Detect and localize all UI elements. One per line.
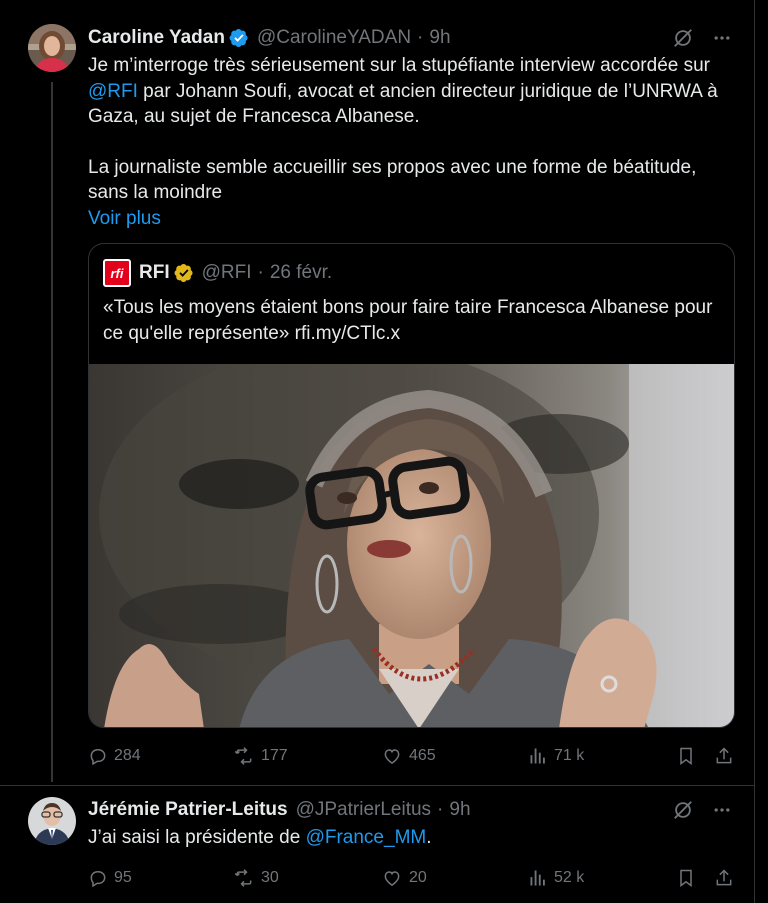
bookmark-icon bbox=[680, 869, 692, 887]
quoted-author-name[interactable]: RFI bbox=[139, 262, 170, 284]
tweet-caroline-yadan[interactable]: Caroline Yadan @CarolineYADAN · 9h Je m’… bbox=[0, 0, 754, 786]
reply-icon bbox=[90, 749, 106, 766]
quoted-author-handle[interactable]: @RFI bbox=[202, 262, 252, 284]
reply-button[interactable]: 95 bbox=[88, 866, 132, 890]
tweet-paragraph-1: Je m’interroge très sérieusement sur la … bbox=[88, 53, 728, 130]
separator-dot: · bbox=[257, 262, 264, 283]
quoted-tweet[interactable]: rfi RFI @RFI · 26 févr. «Tous les moyens… bbox=[88, 243, 735, 728]
tweet-text-part: par Johann Soufi, avocat et ancien direc… bbox=[88, 80, 718, 128]
timeline: Caroline Yadan @CarolineYADAN · 9h Je m’… bbox=[0, 0, 768, 903]
repost-count: 30 bbox=[261, 869, 279, 886]
timeline-border bbox=[754, 0, 755, 903]
more-icon[interactable] bbox=[712, 800, 732, 820]
bookmark-button[interactable] bbox=[676, 744, 696, 768]
tweet-action-bar: 284 177 465 71 k bbox=[88, 744, 740, 768]
view-count: 71 k bbox=[554, 747, 585, 764]
separator-dot: · bbox=[437, 799, 444, 820]
grok-icon[interactable] bbox=[672, 27, 694, 49]
author-handle[interactable]: @CarolineYADAN bbox=[257, 27, 411, 49]
grok-icon[interactable] bbox=[672, 799, 694, 821]
more-icon[interactable] bbox=[712, 28, 732, 48]
view-count: 52 k bbox=[554, 869, 585, 886]
mention-link[interactable]: @France_MM bbox=[306, 827, 427, 848]
quoted-tweet-header: rfi RFI @RFI · 26 févr. bbox=[103, 259, 332, 287]
verified-gold-badge-icon[interactable] bbox=[174, 263, 194, 283]
like-icon bbox=[384, 871, 400, 886]
tweet-text-part: La journaliste semble accueillir ses pro… bbox=[88, 156, 697, 204]
tweet-top-actions bbox=[672, 26, 732, 50]
quoted-tweet-text: «Tous les moyens étaient bons pour faire… bbox=[103, 297, 713, 344]
share-icon bbox=[716, 869, 732, 886]
avatar[interactable] bbox=[28, 797, 76, 845]
tweet-header: Jérémie Patrier-Leitus @JPatrierLeitus ·… bbox=[88, 798, 471, 822]
timestamp[interactable]: 9h bbox=[429, 27, 450, 49]
tweet-jeremie-patrier-leitus[interactable]: Jérémie Patrier-Leitus @JPatrierLeitus ·… bbox=[0, 787, 754, 903]
tweet-text-part: . bbox=[426, 827, 432, 848]
reply-button[interactable]: 284 bbox=[88, 744, 141, 768]
tweet-text: J’ai saisi la présidente de @France_MM. bbox=[88, 825, 728, 851]
repost-button[interactable]: 30 bbox=[233, 866, 279, 890]
quoted-timestamp[interactable]: 26 févr. bbox=[270, 262, 332, 284]
thread-line bbox=[51, 82, 53, 782]
timestamp[interactable]: 9h bbox=[449, 799, 470, 821]
rfi-logo-avatar[interactable]: rfi bbox=[103, 259, 131, 287]
like-button[interactable]: 20 bbox=[381, 866, 427, 890]
bookmark-icon bbox=[680, 747, 692, 765]
author-name[interactable]: Jérémie Patrier-Leitus bbox=[88, 799, 288, 821]
like-button[interactable]: 465 bbox=[381, 744, 436, 768]
reply-count: 284 bbox=[114, 747, 141, 764]
tweet-action-bar: 95 30 20 52 k bbox=[88, 866, 740, 890]
bookmark-button[interactable] bbox=[676, 866, 696, 890]
show-more-row: Voir plus bbox=[88, 206, 728, 232]
verified-badge-icon[interactable] bbox=[229, 28, 249, 48]
views-button[interactable]: 71 k bbox=[528, 744, 584, 768]
share-button[interactable] bbox=[714, 744, 734, 768]
like-count: 465 bbox=[409, 747, 436, 764]
tweet-paragraph-2: La journaliste semble accueillir ses pro… bbox=[88, 155, 728, 206]
mention-link[interactable]: @RFI bbox=[88, 81, 138, 102]
like-icon bbox=[384, 749, 400, 764]
quoted-tweet-photo[interactable] bbox=[89, 344, 734, 727]
reply-icon bbox=[90, 871, 106, 888]
like-count: 20 bbox=[409, 869, 427, 886]
repost-button[interactable]: 177 bbox=[233, 744, 288, 768]
tweet-header: Caroline Yadan @CarolineYADAN · 9h bbox=[88, 26, 451, 50]
share-button[interactable] bbox=[714, 866, 734, 890]
separator-dot: · bbox=[417, 27, 424, 48]
tweet-top-actions bbox=[672, 798, 732, 822]
repost-count: 177 bbox=[261, 747, 288, 764]
reply-count: 95 bbox=[114, 869, 132, 886]
views-button[interactable]: 52 k bbox=[528, 866, 584, 890]
tweet-text-part: J’ai saisi la présidente de bbox=[88, 827, 306, 848]
repost-icon bbox=[234, 747, 252, 765]
tweet-text: Je m’interroge très sérieusement sur la … bbox=[88, 53, 728, 231]
views-icon bbox=[530, 748, 545, 764]
author-handle[interactable]: @JPatrierLeitus bbox=[296, 799, 431, 821]
repost-icon bbox=[234, 869, 252, 887]
author-name[interactable]: Caroline Yadan bbox=[88, 27, 225, 49]
views-icon bbox=[530, 870, 545, 886]
share-icon bbox=[716, 747, 732, 764]
tweet-text-part: Je m’interroge très sérieusement sur la … bbox=[88, 55, 711, 76]
show-more-link[interactable]: Voir plus bbox=[88, 208, 161, 229]
avatar[interactable] bbox=[28, 24, 76, 72]
